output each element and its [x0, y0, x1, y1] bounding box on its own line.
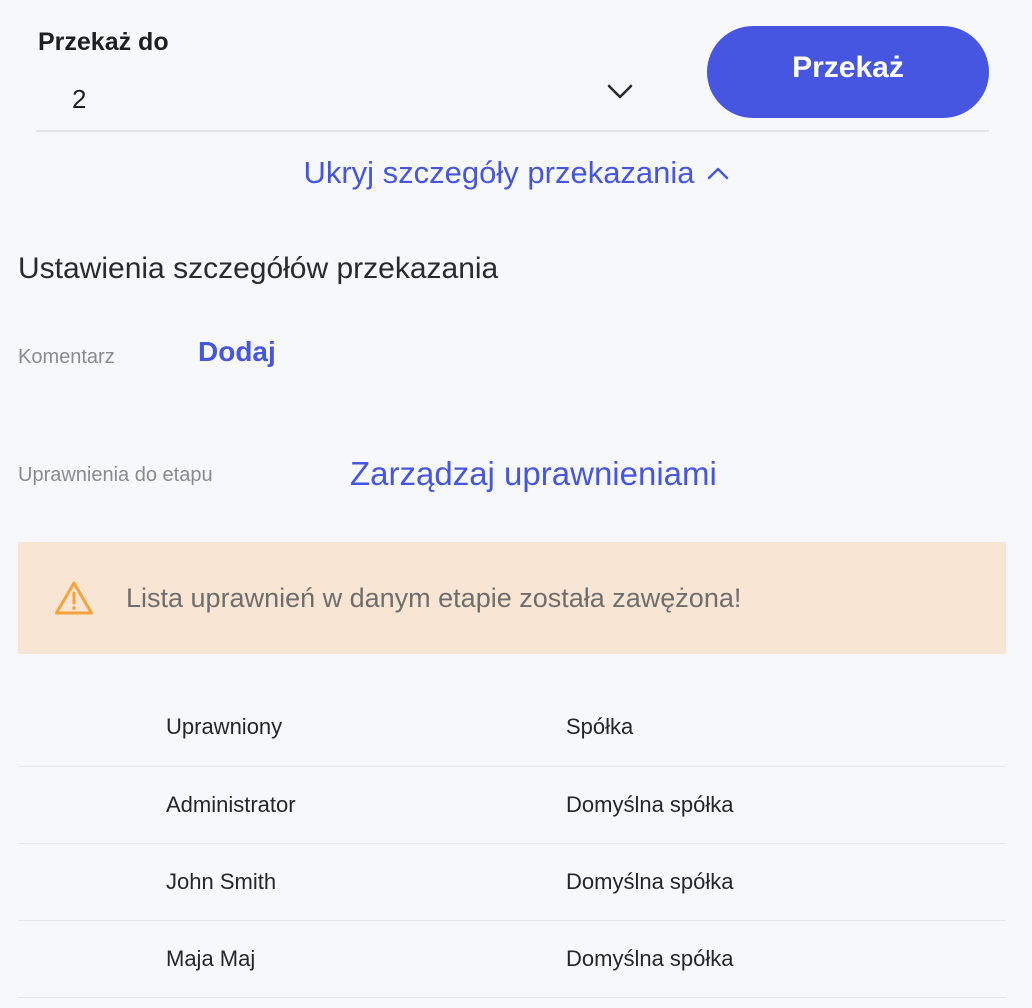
table-row: Maja Maj Domyślna spółka	[18, 921, 1006, 998]
table-header-row: Uprawniony Spółka	[18, 688, 1006, 767]
transfer-to-select-value[interactable]: 2	[72, 84, 86, 115]
table-row: John Smith Domyślna spółka	[18, 844, 1006, 921]
warning-banner: Lista uprawnień w danym etapie została z…	[18, 542, 1006, 654]
section-title: Ustawienia szczegółów przekazania	[18, 252, 499, 285]
warning-icon	[55, 581, 93, 615]
column-header-user: Uprawniony	[166, 714, 283, 739]
warning-text: Lista uprawnień w danym etapie została z…	[126, 582, 742, 613]
manage-permissions-link[interactable]: Zarządzaj uprawnieniami	[350, 455, 717, 493]
permissions-table: Uprawniony Spółka Administrator Domyślna…	[18, 688, 1006, 998]
cell-user: Administrator	[166, 792, 296, 817]
comment-label: Komentarz	[18, 346, 115, 368]
cell-company: Domyślna spółka	[566, 946, 734, 971]
chevron-up-icon	[707, 167, 728, 180]
cell-company: Domyślna spółka	[566, 792, 734, 817]
table-row: Administrator Domyślna spółka	[18, 767, 1006, 844]
hide-details-toggle[interactable]: Ukryj szczegóły przekazania	[0, 148, 1032, 198]
transfer-button-label: Przekaż	[792, 51, 904, 84]
cell-user: John Smith	[166, 869, 277, 894]
permissions-label: Uprawnienia do etapu	[18, 464, 213, 486]
column-header-company: Spółka	[566, 714, 634, 739]
hide-details-label: Ukryj szczegóły przekazania	[303, 155, 695, 190]
transfer-button[interactable]: Przekaż	[707, 26, 989, 118]
cell-company: Domyślna spółka	[566, 869, 734, 894]
transfer-to-label: Przekaż do	[38, 28, 169, 56]
cell-user: Maja Maj	[166, 946, 256, 971]
chevron-down-icon[interactable]	[606, 82, 634, 102]
transfer-select-underline	[36, 130, 989, 132]
add-comment-link[interactable]: Dodaj	[198, 336, 276, 368]
